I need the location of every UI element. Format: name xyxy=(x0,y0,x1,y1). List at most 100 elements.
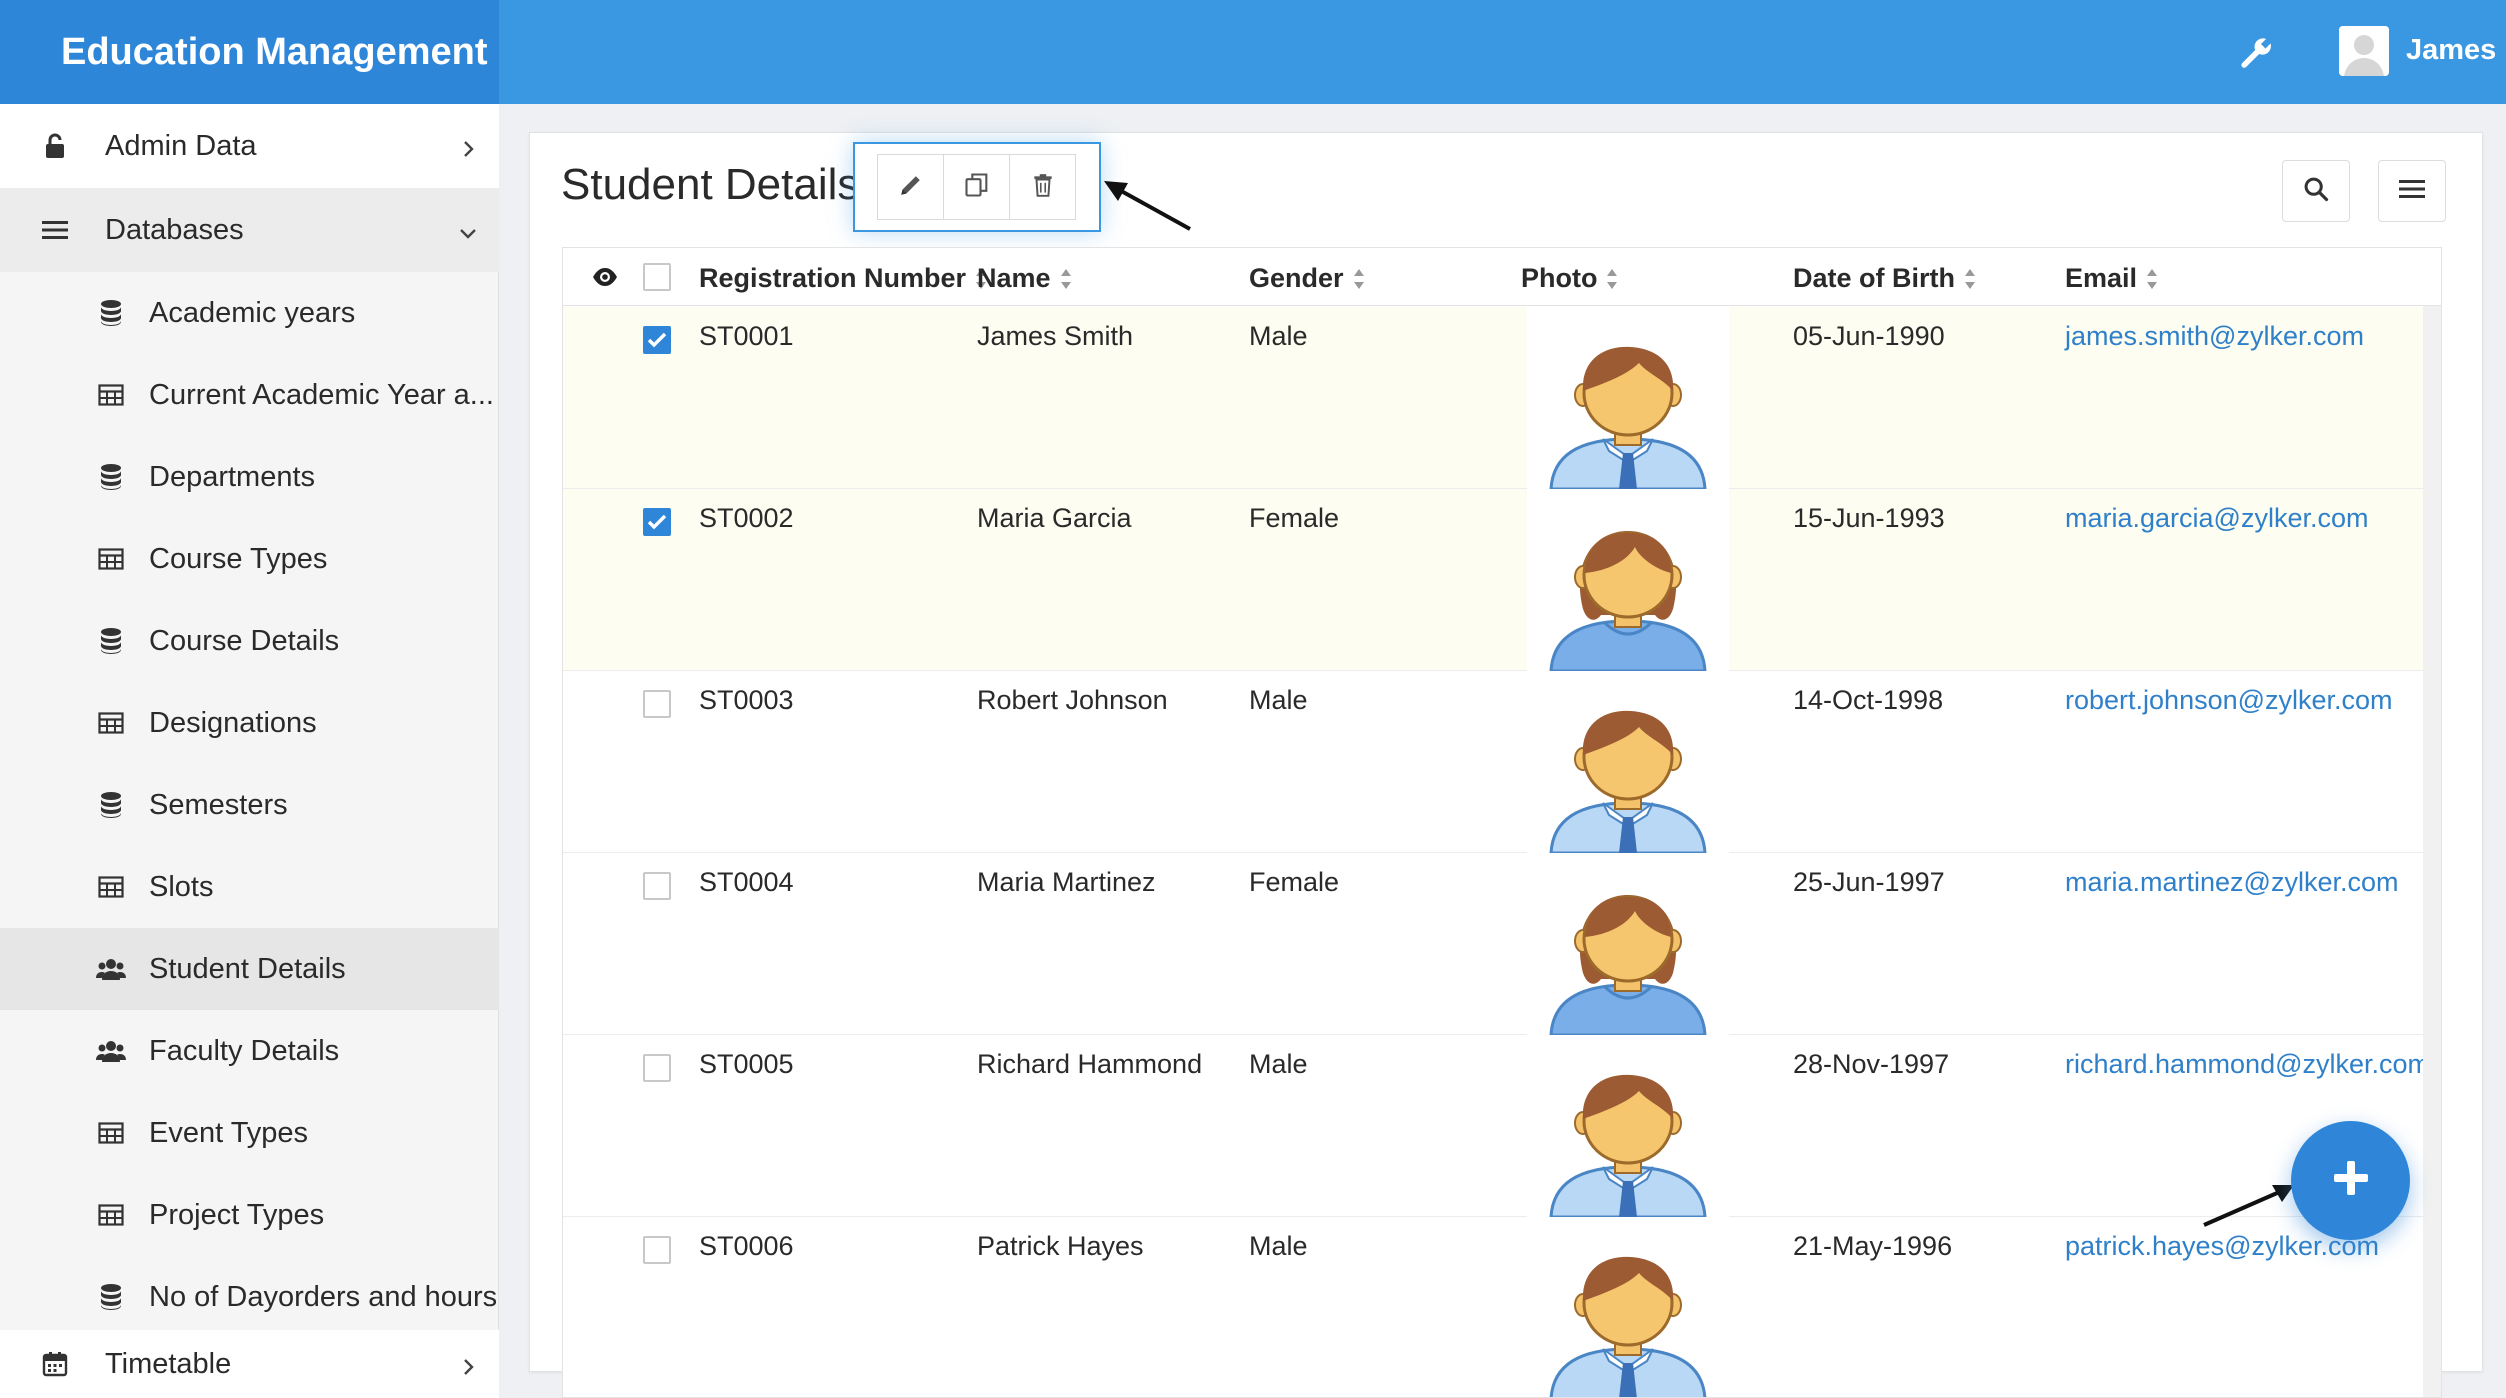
email-link[interactable]: richard.hammond@zylker.com xyxy=(2065,1049,2430,1080)
table-row[interactable]: ST0006 Patrick Hayes Male 21-May-1996 patric… xyxy=(563,1217,2425,1397)
eye-icon[interactable] xyxy=(591,266,619,293)
column-header-email[interactable]: Email xyxy=(2065,263,2158,294)
delete-button[interactable] xyxy=(1009,154,1076,220)
database-icon xyxy=(96,626,126,656)
table-row[interactable]: ST0003 Robert Johnson Male 14-Oct-1998 rober… xyxy=(563,671,2425,853)
checkmark-icon xyxy=(647,332,667,348)
sort-icon xyxy=(1964,267,1976,291)
cell-name: Maria Garcia xyxy=(977,503,1132,533)
cell-name: Robert Johnson xyxy=(977,685,1168,715)
sidebar-item-course-details[interactable]: Course Details xyxy=(0,600,499,682)
column-header-name[interactable]: Name xyxy=(977,263,1072,294)
more-options-button[interactable] xyxy=(2378,160,2446,222)
cell-name: Maria Martinez xyxy=(977,867,1156,897)
select-all-checkbox[interactable] xyxy=(643,263,671,291)
student-photo[interactable] xyxy=(1527,307,1729,489)
wrench-icon[interactable] xyxy=(2238,34,2274,70)
cell-dob: 15-Jun-1993 xyxy=(1793,503,1945,533)
sidebar-item-admin-data[interactable]: Admin Data xyxy=(0,104,499,188)
sidebar-item-project-types[interactable]: Project Types xyxy=(0,1174,499,1256)
copy-icon xyxy=(963,171,991,204)
table-row[interactable]: ST0002 Maria Garcia Female 15-Jun-1993 maria… xyxy=(563,489,2425,671)
cell-gender: Male xyxy=(1249,321,1308,351)
cell-gender: Male xyxy=(1249,685,1308,715)
cell-gender: Male xyxy=(1249,1049,1308,1079)
row-checkbox[interactable] xyxy=(643,872,671,900)
sidebar-item-current-academic-year-a[interactable]: Current Academic Year a... xyxy=(0,354,499,436)
scrollbar[interactable] xyxy=(2423,306,2441,1397)
sidebar-item-academic-years[interactable]: Academic years xyxy=(0,272,499,354)
table-icon xyxy=(96,544,126,574)
email-link[interactable]: maria.martinez@zylker.com xyxy=(2065,867,2398,898)
column-header-label: Name xyxy=(977,263,1051,293)
app-title[interactable]: Education Management xyxy=(0,0,499,104)
sidebar-item-course-types[interactable]: Course Types xyxy=(0,518,499,600)
sidebar-label: Event Types xyxy=(149,1116,309,1149)
email-link[interactable]: maria.garcia@zylker.com xyxy=(2065,503,2369,534)
chevron-down-icon xyxy=(457,219,479,241)
student-photo[interactable] xyxy=(1527,489,1729,671)
student-photo[interactable] xyxy=(1527,1217,1729,1397)
email-link[interactable]: james.smith@zylker.com xyxy=(2065,321,2364,352)
row-checkbox[interactable] xyxy=(643,690,671,718)
sidebar-item-timetable[interactable]: Timetable xyxy=(0,1330,499,1398)
user-avatar[interactable] xyxy=(2339,26,2389,76)
cell-gender: Female xyxy=(1249,867,1340,897)
sidebar-label: Academic years xyxy=(149,296,356,329)
search-button[interactable] xyxy=(2282,160,2350,222)
column-header-gender[interactable]: Gender xyxy=(1249,263,1365,294)
table-row[interactable]: ST0005 Richard Hammond Male 28-Nov-1997 rich… xyxy=(563,1035,2430,1217)
sidebar-item-semesters[interactable]: Semesters xyxy=(0,764,499,846)
cell-dob: 05-Jun-1990 xyxy=(1793,321,1945,351)
row-checkbox[interactable] xyxy=(643,1054,671,1082)
cell-name: Richard Hammond xyxy=(977,1049,1203,1079)
sidebar-item-no-of-dayorders-and-hours[interactable]: No of Dayorders and hours xyxy=(0,1256,499,1338)
cell-reg: ST0006 xyxy=(699,1231,794,1261)
table-icon xyxy=(96,1200,126,1230)
row-checkbox[interactable] xyxy=(643,508,671,536)
column-header-registration-number[interactable]: Registration Number xyxy=(699,263,987,294)
cell-name: Patrick Hayes xyxy=(977,1231,1144,1261)
row-actions-toolbar xyxy=(853,142,1101,232)
cell-reg: ST0002 xyxy=(699,503,794,533)
annotation-arrow-icon xyxy=(2203,1185,2294,1227)
database-icon xyxy=(96,790,126,820)
cell-reg: ST0003 xyxy=(699,685,794,715)
sidebar-item-departments[interactable]: Departments xyxy=(0,436,499,518)
cell-reg: ST0001 xyxy=(699,321,794,351)
table-icon xyxy=(96,708,126,738)
table-row[interactable]: ST0004 Maria Martinez Female 25-Jun-1997 mar… xyxy=(563,853,2425,1035)
sidebar-item-databases[interactable]: Databases xyxy=(0,188,499,272)
sidebar-label: Designations xyxy=(149,706,317,739)
student-photo[interactable] xyxy=(1527,853,1729,1035)
cell-reg: ST0005 xyxy=(699,1049,794,1079)
cell-name: James Smith xyxy=(977,321,1134,351)
sidebar-item-slots[interactable]: Slots xyxy=(0,846,499,928)
cell-dob: 25-Jun-1997 xyxy=(1793,867,1945,897)
user-name[interactable]: James xyxy=(2406,34,2496,67)
add-record-button[interactable] xyxy=(2291,1121,2410,1240)
column-header-date-of-birth[interactable]: Date of Birth xyxy=(1793,263,1976,294)
cell-dob: 28-Nov-1997 xyxy=(1793,1049,1950,1079)
users-icon xyxy=(96,954,126,984)
column-header-photo[interactable]: Photo xyxy=(1521,263,1618,294)
edit-button[interactable] xyxy=(877,154,944,220)
sidebar-item-faculty-details[interactable]: Faculty Details xyxy=(0,1010,499,1092)
table-icon xyxy=(96,1118,126,1148)
student-photo[interactable] xyxy=(1527,1035,1729,1217)
row-checkbox[interactable] xyxy=(643,326,671,354)
table-row[interactable]: ST0001 James Smith Male 05-Jun-1990 james.sm… xyxy=(563,307,2425,489)
annotation-arrow-icon xyxy=(1104,181,1191,231)
sidebar-item-designations[interactable]: Designations xyxy=(0,682,499,764)
sidebar-label: Student Details xyxy=(149,952,346,985)
sidebar-label: No of Dayorders and hours xyxy=(149,1280,498,1313)
search-icon xyxy=(2302,175,2330,208)
sidebar-item-student-details[interactable]: Student Details xyxy=(0,928,499,1010)
student-photo[interactable] xyxy=(1527,671,1729,853)
email-link[interactable]: robert.johnson@zylker.com xyxy=(2065,685,2393,716)
sort-icon xyxy=(1606,267,1618,291)
row-checkbox[interactable] xyxy=(643,1236,671,1264)
sidebar-label: Course Details xyxy=(149,624,340,657)
duplicate-button[interactable] xyxy=(943,154,1010,220)
sidebar-item-event-types[interactable]: Event Types xyxy=(0,1092,499,1174)
